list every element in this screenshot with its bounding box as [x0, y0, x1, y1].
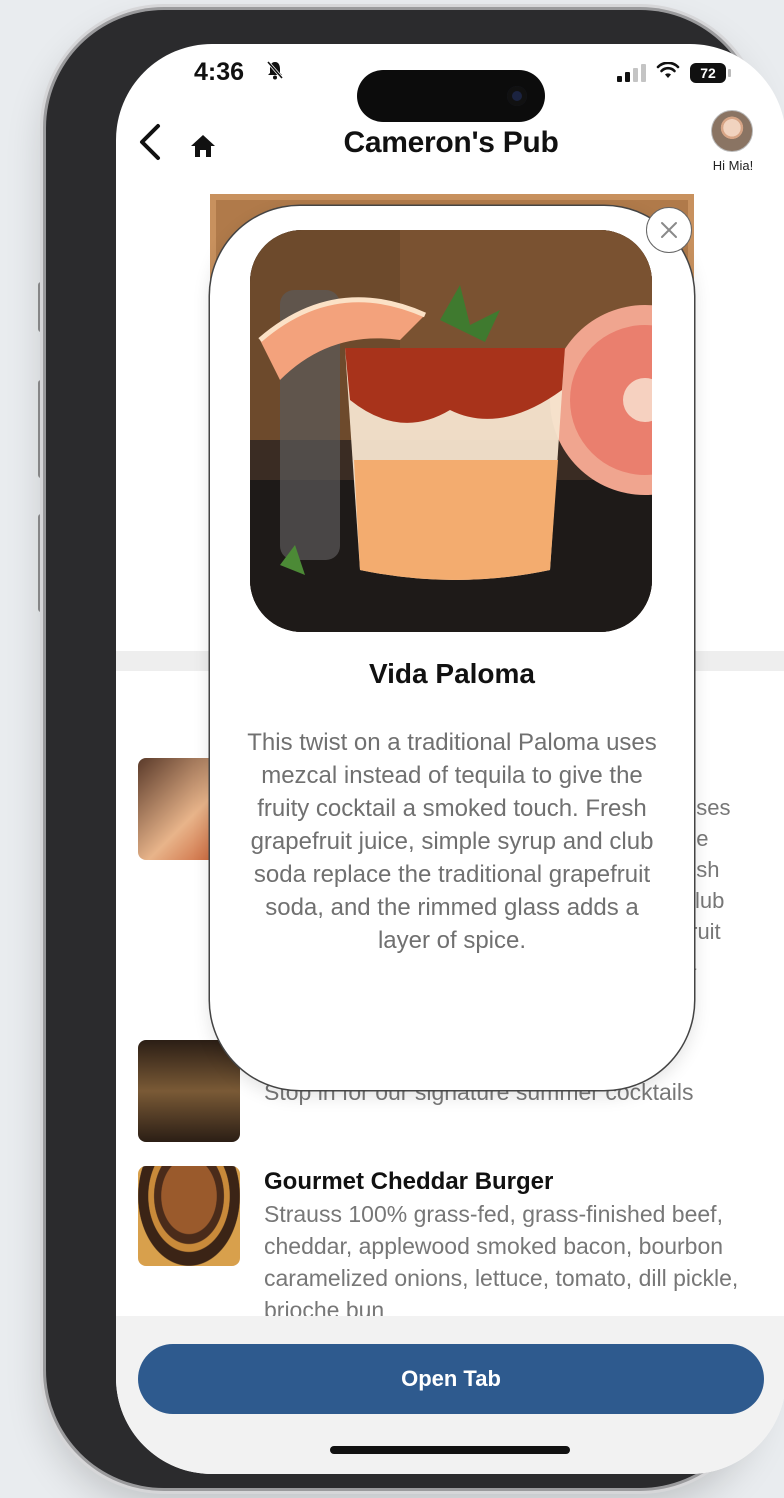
cheddar-burger-thumbnail[interactable] [138, 1166, 240, 1266]
status-time: 4:36 [194, 58, 245, 86]
modal-item-description: This twist on a traditional Paloma uses … [247, 729, 657, 954]
silent-bell-icon [266, 60, 284, 86]
cheddar-burger-description: Strauss 100% grass-fed, grass-finished b… [264, 1201, 739, 1323]
cellular-signal-icon [617, 64, 646, 82]
back-button[interactable] [132, 120, 168, 164]
user-avatar[interactable] [711, 110, 753, 152]
home-icon [191, 135, 215, 157]
volume-up-button [38, 380, 44, 478]
open-tab-button[interactable]: Open Tab [138, 1344, 764, 1414]
close-icon [661, 222, 677, 238]
cheddar-burger-title[interactable]: Gourmet Cheddar Burger [264, 1168, 553, 1196]
volume-down-button [38, 514, 44, 612]
home-button[interactable] [188, 132, 220, 160]
modal-item-name: Vida Paloma [368, 658, 535, 689]
dynamic-island [357, 70, 545, 122]
status-icons: 72 [617, 61, 731, 84]
wifi-icon [656, 61, 680, 84]
page-title: Cameron's Pub [343, 126, 559, 159]
home-indicator[interactable] [330, 1446, 570, 1454]
summer-cocktails-thumbnail[interactable] [138, 1040, 240, 1142]
app-screen: 4:36 72 Cameron's Pub Hi Mia! uses he es… [116, 44, 784, 1474]
user-greeting: Hi Mia! [712, 158, 754, 173]
camera-icon [507, 86, 527, 106]
phone-frame: 4:36 72 Cameron's Pub Hi Mia! uses he es… [46, 10, 784, 1488]
close-modal-button[interactable] [646, 207, 692, 253]
item-detail-modal: Vida Paloma This twist on a traditional … [210, 206, 694, 1090]
silent-switch [38, 282, 44, 332]
vida-paloma-photo [250, 230, 652, 632]
battery-icon: 72 [690, 63, 731, 83]
